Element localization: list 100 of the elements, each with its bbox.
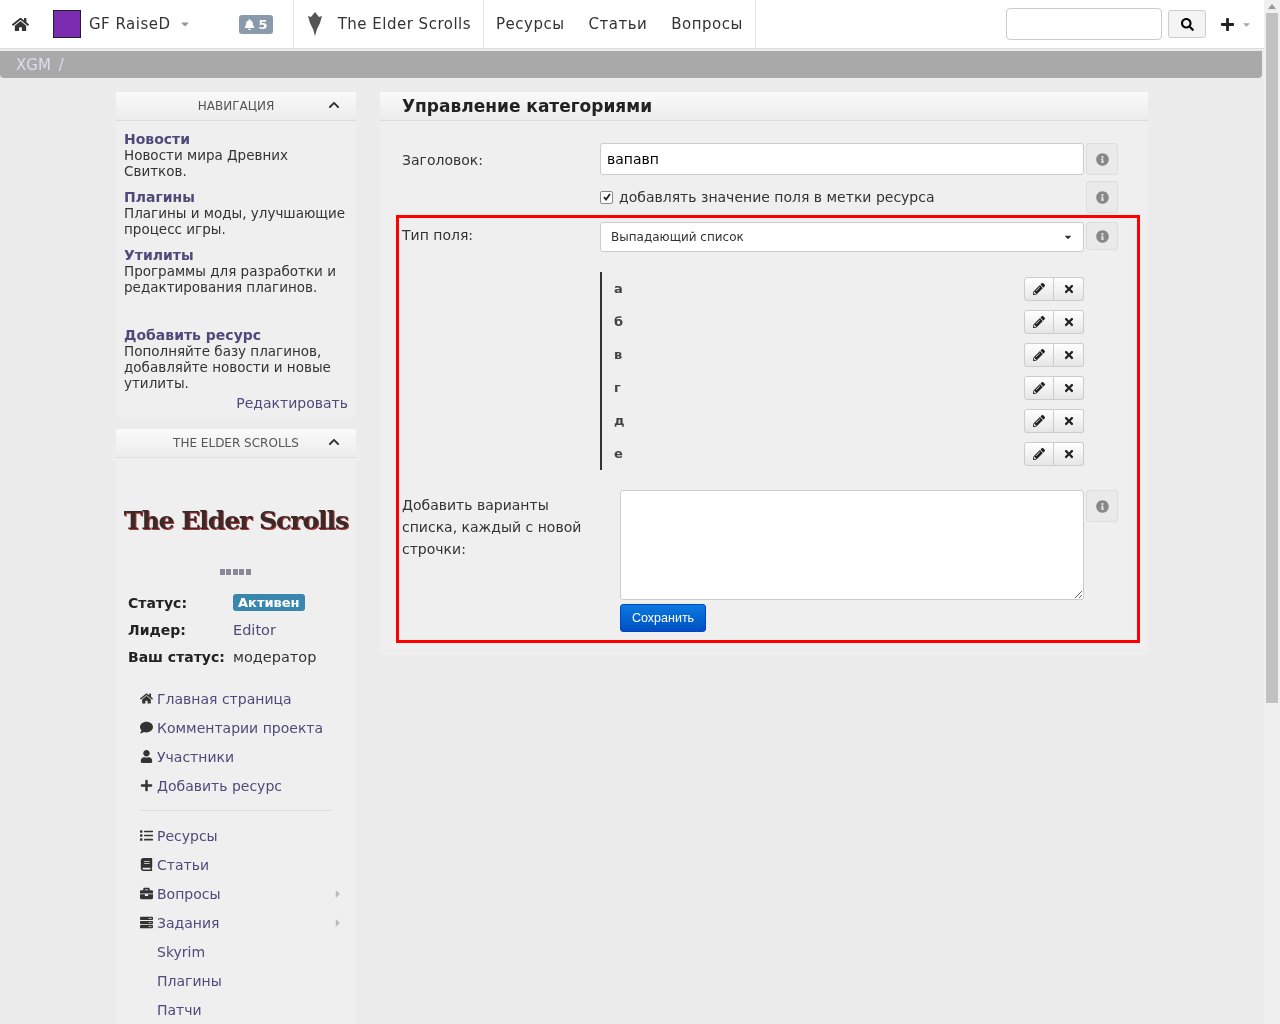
- scrollbar[interactable]: [1264, 0, 1280, 1024]
- info-button[interactable]: [1086, 490, 1118, 522]
- field-type-select[interactable]: Выпадающий список: [600, 222, 1084, 252]
- sidebar-link[interactable]: Патчи: [140, 995, 356, 1024]
- delete-button[interactable]: [1054, 408, 1084, 433]
- nav-item-title[interactable]: Плагины: [124, 189, 348, 205]
- status-badge: Активен: [233, 594, 305, 611]
- checkbox[interactable]: [600, 190, 613, 204]
- nav-item-description: Пополняйте базу плагинов, добавляйте новости и новые утилиты.: [124, 343, 332, 391]
- field-label: Заголовок:: [402, 151, 484, 170]
- avatar: [53, 10, 81, 38]
- edit-button[interactable]: [1024, 342, 1054, 367]
- field-label: Тип поля:: [402, 226, 475, 245]
- close-icon: [1062, 447, 1075, 460]
- nav-item-title[interactable]: Добавить ресурс: [124, 327, 348, 343]
- option-label: г: [614, 380, 621, 395]
- info-label: Ваш статус:: [128, 648, 226, 665]
- option-label: а: [614, 281, 623, 296]
- info-icon: [1095, 229, 1109, 243]
- info-button[interactable]: [1086, 222, 1118, 250]
- sidebar-link[interactable]: Главная страница: [140, 684, 356, 713]
- pager-dots: [220, 569, 252, 575]
- nav-item-title[interactable]: Утилиты: [124, 247, 348, 263]
- check-icon: [602, 193, 611, 201]
- delete-button[interactable]: [1054, 276, 1084, 301]
- info-button[interactable]: [1086, 143, 1118, 175]
- close-icon: [1062, 282, 1075, 295]
- comment-icon: [140, 721, 153, 734]
- nav-item-title[interactable]: Новости: [124, 131, 348, 147]
- search-field[interactable]: [1006, 8, 1162, 40]
- delete-button[interactable]: [1054, 375, 1084, 400]
- list-icon: [140, 829, 153, 842]
- checkbox-label: добавлять значение поля в метки ресурса: [619, 189, 935, 205]
- panel-title: THE ELDER SCROLLS: [173, 436, 299, 450]
- home-icon[interactable]: [12, 15, 29, 33]
- panel-title: НАВИГАЦИЯ: [197, 99, 275, 113]
- sidebar-link[interactable]: Плагины: [140, 966, 356, 995]
- delete-button[interactable]: [1054, 309, 1084, 334]
- briefcase-icon: [140, 887, 153, 900]
- pencil-icon: [1033, 447, 1045, 460]
- edit-button[interactable]: [1024, 375, 1054, 400]
- nav-item-description: Новости мира Древних Свитков.: [124, 147, 290, 179]
- collapse-icon[interactable]: [328, 99, 340, 111]
- sidebar-link[interactable]: Статьи: [140, 850, 356, 879]
- option-label: в: [614, 347, 623, 362]
- edit-button[interactable]: [1024, 408, 1054, 433]
- edit-button[interactable]: [1024, 276, 1054, 301]
- info-value: модератор: [233, 648, 317, 665]
- breadcrumb-separator: /: [58, 55, 64, 74]
- nav-link[interactable]: Статьи: [588, 15, 648, 33]
- info-label: Лидер:: [128, 621, 187, 638]
- book-icon: [140, 858, 153, 871]
- field-label: Добавить варианты списка, каждый с новой строчки:: [402, 496, 583, 559]
- delete-button[interactable]: [1054, 342, 1084, 367]
- close-icon: [1062, 414, 1075, 427]
- nav-item-description: Программы для разработки и редактирования плагинов.: [124, 263, 337, 295]
- panel-title: Управление категориями: [402, 96, 653, 116]
- sidebar-link[interactable]: Ресурсы: [140, 821, 356, 850]
- title-field[interactable]: вапавп: [600, 143, 1084, 175]
- option-label: б: [614, 314, 624, 329]
- info-icon: [1095, 499, 1109, 513]
- close-icon: [1062, 381, 1075, 394]
- project-logo: The Elder Scrolls: [122, 505, 350, 537]
- user-menu[interactable]: GF RaiseD: [89, 15, 171, 33]
- pencil-icon: [1033, 348, 1045, 361]
- sidebar-link[interactable]: Добавить ресурс: [140, 771, 356, 800]
- plus-icon[interactable]: [1220, 16, 1235, 32]
- user-icon: [140, 750, 153, 763]
- info-label: Статус:: [128, 594, 188, 611]
- pencil-icon: [1033, 282, 1045, 295]
- sidebar-link[interactable]: Skyrim: [140, 937, 356, 966]
- search-button[interactable]: [1168, 10, 1206, 38]
- close-icon: [1062, 315, 1075, 328]
- edit-link[interactable]: Редактировать: [116, 391, 356, 417]
- close-icon: [1062, 348, 1075, 361]
- nav-item-description: Плагины и моды, улучшающие процесс игры.: [124, 205, 347, 237]
- sidebar-link[interactable]: Участники: [140, 742, 356, 771]
- leader-link[interactable]: Editor: [233, 621, 276, 638]
- info-button[interactable]: [1086, 181, 1118, 213]
- pencil-icon: [1033, 315, 1045, 328]
- info-icon: [1095, 190, 1109, 204]
- pencil-icon: [1033, 414, 1045, 427]
- pencil-icon: [1033, 381, 1045, 394]
- project-link[interactable]: The Elder Scrolls: [337, 15, 472, 33]
- nav-link[interactable]: Ресурсы: [496, 15, 565, 33]
- option-label: д: [614, 413, 625, 428]
- stack-icon: [140, 916, 153, 929]
- home-icon: [140, 692, 153, 705]
- nav-link[interactable]: Вопросы: [671, 15, 743, 33]
- plus-icon: [140, 779, 153, 792]
- delete-button[interactable]: [1054, 441, 1084, 466]
- sidebar-link[interactable]: Задания: [140, 908, 356, 937]
- sidebar-link[interactable]: Вопросы: [140, 879, 356, 908]
- edit-button[interactable]: [1024, 441, 1054, 466]
- search-icon: [1180, 17, 1194, 31]
- info-icon: [1095, 152, 1109, 166]
- sidebar-link[interactable]: Комментарии проекта: [140, 713, 356, 742]
- collapse-icon[interactable]: [328, 436, 340, 448]
- edit-button[interactable]: [1024, 309, 1054, 334]
- save-button[interactable]: Сохранить: [620, 604, 707, 632]
